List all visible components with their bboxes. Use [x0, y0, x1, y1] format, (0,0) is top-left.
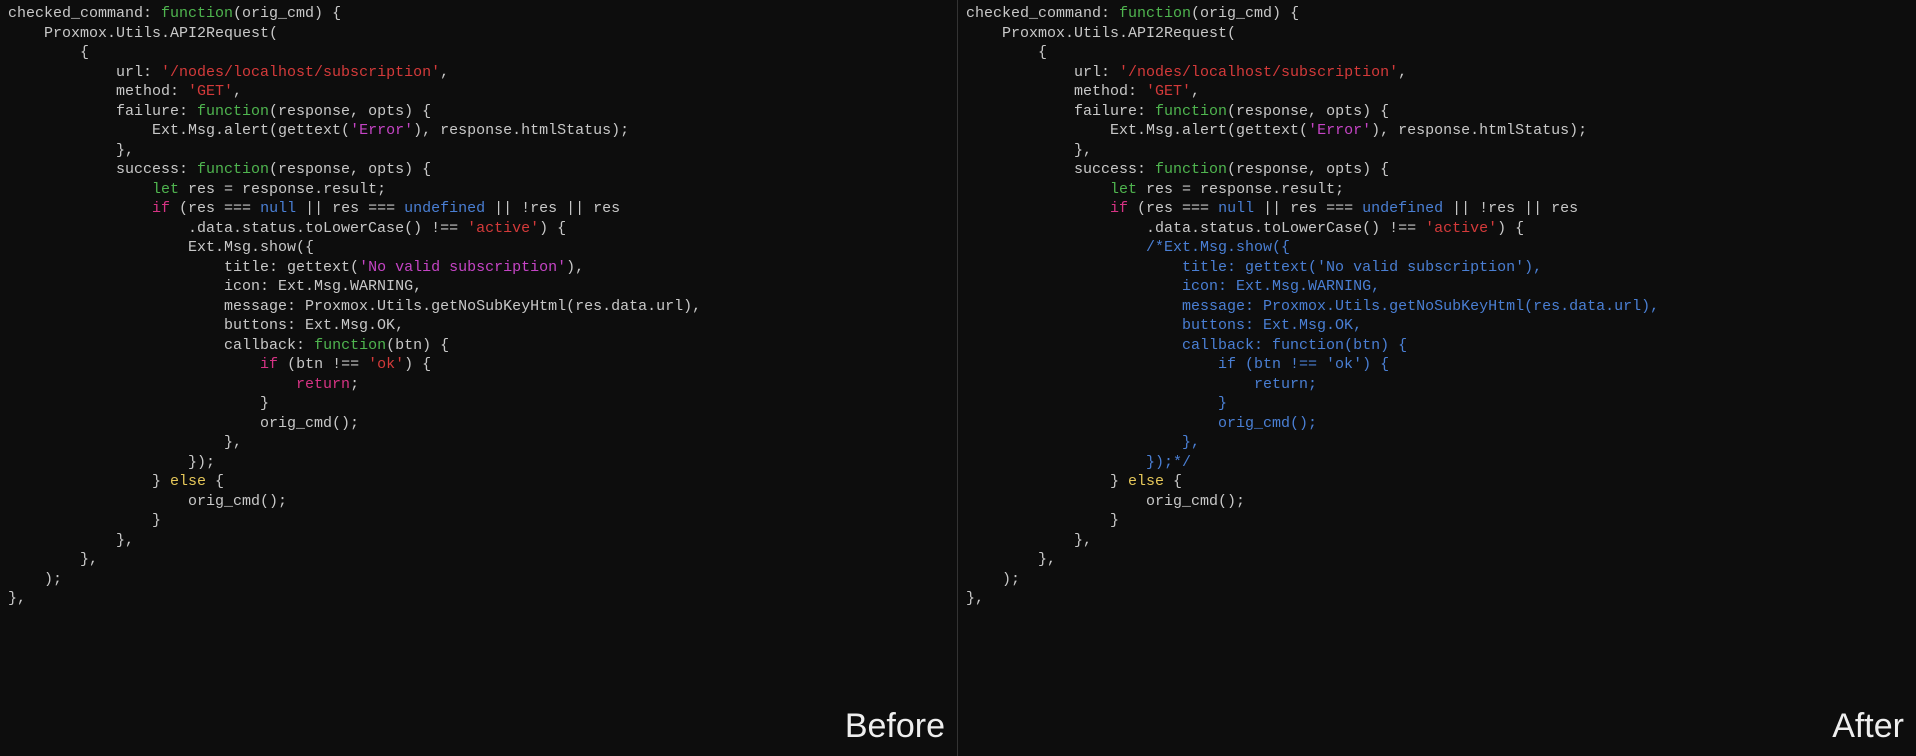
after-label: After [1832, 704, 1904, 748]
before-pane: checked_command: function(orig_cmd) { Pr… [0, 0, 958, 756]
code-before: checked_command: function(orig_cmd) { Pr… [8, 4, 949, 609]
code-after: checked_command: function(orig_cmd) { Pr… [966, 4, 1908, 609]
after-pane: checked_command: function(orig_cmd) { Pr… [958, 0, 1916, 756]
before-label: Before [845, 704, 945, 748]
